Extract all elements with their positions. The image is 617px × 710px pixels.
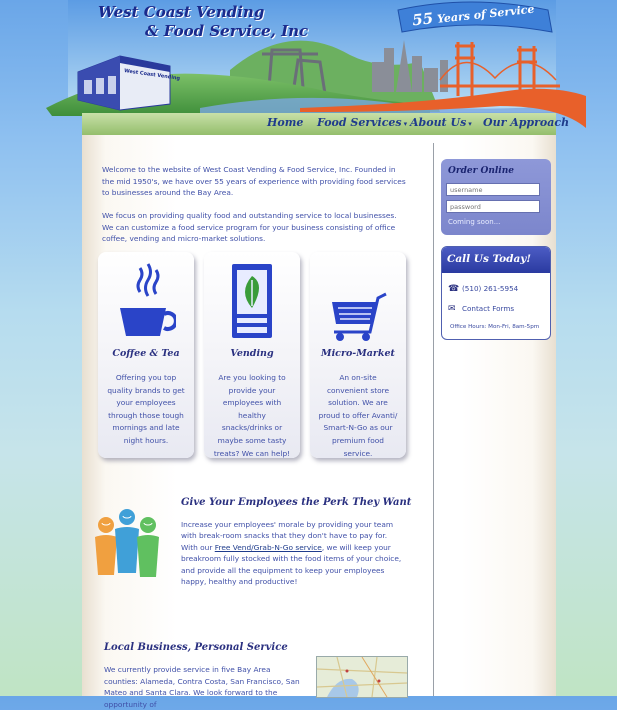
nav-home[interactable]: Home: [267, 116, 303, 129]
card-text-micro-market: An on-site convenient store solution. We…: [318, 373, 398, 458]
nav-our-approach-label: Our Approach: [483, 116, 570, 129]
call-us-header: Call Us Today!: [442, 247, 550, 273]
logo-line-1[interactable]: West Coast Vending: [98, 3, 264, 21]
nav-our-approach[interactable]: Our Approach: [483, 116, 569, 129]
free-vend-link[interactable]: Free Vend/Grab-N-Go service: [215, 543, 322, 552]
card-title-micro-market: Micro-Market: [321, 348, 395, 359]
coming-soon-note: Coming soon...: [448, 218, 501, 226]
order-online-panel: Order Online Coming soon...: [441, 159, 551, 235]
mail-icon: ✉: [448, 304, 456, 314]
nav-about-us[interactable]: About Us ▾: [410, 116, 472, 129]
ribbon-number: 55: [411, 9, 435, 30]
intro-paragraph-2: We focus on providing quality food and o…: [102, 211, 397, 243]
phone-number[interactable]: ☎ (510) 261-5954: [448, 284, 518, 294]
nav-food-services[interactable]: Food Services ▾: [317, 116, 407, 129]
phone-icon: ☎: [448, 284, 460, 294]
card-title-vending: Vending: [230, 348, 274, 359]
call-us-panel: Call Us Today! ☎ (510) 261-5954 ✉ Contact …: [441, 246, 551, 340]
service-card-vending[interactable]: Vending Are you looking to provide your …: [204, 252, 300, 458]
site-header: West Coast Vending West Coast Vending & …: [0, 0, 617, 138]
card-text-vending: Are you looking to provide your employee…: [213, 373, 291, 458]
nav-home-label: Home: [267, 116, 304, 129]
nav-about-us-label: About Us: [410, 116, 467, 129]
card-title-coffee: Coffee & Tea: [112, 348, 180, 359]
phone-number-text: (510) 261-5954: [462, 284, 519, 293]
local-section-text: We currently provide service in five Bay…: [104, 665, 300, 709]
chevron-down-icon: ▾: [468, 119, 472, 128]
order-online-title: Order Online: [448, 166, 514, 176]
local-section-title: Local Business, Personal Service: [104, 642, 288, 653]
bay-area-map[interactable]: [316, 656, 408, 698]
coffee-cup-icon: [120, 263, 176, 336]
call-us-title: Call Us Today!: [447, 253, 531, 265]
contact-forms-link[interactable]: ✉ Contact Forms: [448, 304, 514, 314]
perk-section-text: Increase your employees' morale by provi…: [181, 519, 403, 587]
logo-line-2[interactable]: & Food Service, Inc: [145, 22, 308, 40]
main-nav: Home Food Services ▾ About Us ▾ Our Approa…: [82, 113, 569, 135]
chevron-down-icon: ▾: [403, 119, 408, 128]
service-card-micro-market[interactable]: Micro-Market An on-site convenient store…: [310, 252, 406, 458]
shopping-cart-icon: [332, 292, 387, 341]
column-divider: [433, 143, 434, 696]
perk-section-title: Give Your Employees the Perk They Want: [181, 497, 412, 508]
vending-machine-icon: [232, 264, 272, 338]
happy-employees-icon: [95, 509, 159, 577]
password-input[interactable]: [446, 200, 540, 213]
contact-forms-text: Contact Forms: [462, 304, 515, 313]
service-card-coffee[interactable]: Coffee & Tea Offering you top quality br…: [98, 252, 194, 458]
intro-paragraph-1: Welcome to the website of West Coast Ven…: [102, 165, 406, 197]
nav-food-services-label: Food Services: [317, 116, 402, 129]
office-hours: Office Hours: Mon-Fri, 8am-5pm: [450, 324, 540, 330]
username-input[interactable]: [446, 183, 540, 196]
map-icon: [317, 657, 407, 697]
card-text-coffee: Offering you top quality brands to get y…: [107, 373, 185, 445]
